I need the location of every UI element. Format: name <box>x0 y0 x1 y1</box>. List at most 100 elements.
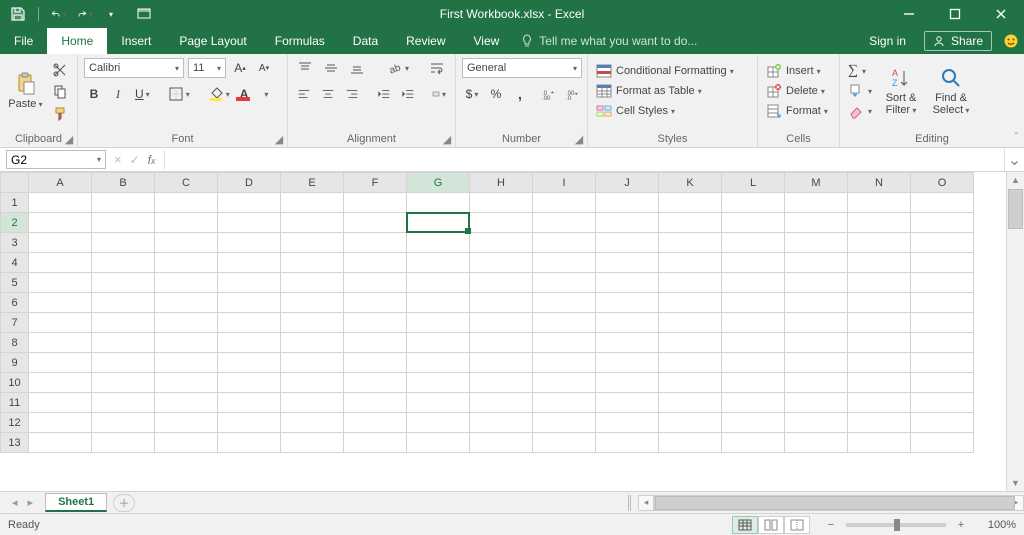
collapse-ribbon-icon[interactable]: ˆ <box>1015 132 1018 143</box>
cell[interactable] <box>344 213 407 233</box>
cell[interactable] <box>155 333 218 353</box>
formula-input[interactable] <box>165 148 1005 171</box>
cell[interactable] <box>911 293 974 313</box>
cell[interactable] <box>659 413 722 433</box>
cell[interactable] <box>281 233 344 253</box>
cell[interactable] <box>29 393 92 413</box>
new-sheet-button[interactable]: ＋ <box>113 494 135 512</box>
cell[interactable] <box>29 313 92 333</box>
cell[interactable] <box>785 213 848 233</box>
tab-page-layout[interactable]: Page Layout <box>165 28 260 54</box>
tell-me-input[interactable] <box>539 34 759 48</box>
column-header[interactable]: D <box>218 173 281 193</box>
cell[interactable] <box>533 293 596 313</box>
column-header[interactable]: B <box>92 173 155 193</box>
cell[interactable] <box>407 233 470 253</box>
fill-color-button[interactable] <box>205 84 233 104</box>
cell[interactable] <box>281 273 344 293</box>
sheet-tab-1[interactable]: Sheet1 <box>45 493 107 512</box>
cell[interactable] <box>92 273 155 293</box>
cell[interactable] <box>407 413 470 433</box>
cell[interactable] <box>281 213 344 233</box>
expand-formula-bar-icon[interactable]: ⌄ <box>1004 148 1024 171</box>
cell[interactable] <box>344 253 407 273</box>
hscroll-thumb[interactable] <box>655 496 1015 510</box>
format-as-table-button[interactable]: Format as Table ▾ <box>594 82 751 100</box>
cell[interactable] <box>155 253 218 273</box>
decrease-indent-button[interactable] <box>374 84 394 104</box>
vertical-scrollbar[interactable]: ▲ ▼ <box>1006 172 1024 491</box>
paste-button[interactable]: Paste ▾ <box>6 58 45 124</box>
zoom-level[interactable]: 100% <box>976 519 1016 531</box>
column-header[interactable]: M <box>785 173 848 193</box>
worksheet-grid[interactable]: ABCDEFGHIJKLMNO12345678910111213 <box>0 172 1006 491</box>
cell[interactable] <box>29 273 92 293</box>
cell[interactable] <box>659 433 722 453</box>
number-dialog-launcher-icon[interactable]: ◢ <box>573 133 585 145</box>
cell[interactable] <box>470 333 533 353</box>
cell[interactable] <box>281 433 344 453</box>
column-header[interactable]: I <box>533 173 596 193</box>
column-header[interactable]: F <box>344 173 407 193</box>
cell[interactable] <box>848 433 911 453</box>
enter-formula-icon[interactable]: ✓ <box>130 153 140 167</box>
cell[interactable] <box>92 433 155 453</box>
cell[interactable] <box>470 213 533 233</box>
align-right-button[interactable] <box>342 84 362 104</box>
clipboard-dialog-launcher-icon[interactable]: ◢ <box>63 133 75 145</box>
cell[interactable] <box>92 413 155 433</box>
ribbon-display-options-icon[interactable] <box>129 0 159 28</box>
decrease-decimal-button[interactable]: .00.0 <box>562 84 582 104</box>
cell[interactable] <box>533 233 596 253</box>
cell[interactable] <box>281 393 344 413</box>
cell[interactable] <box>92 293 155 313</box>
find-select-button[interactable]: Find & Select ▾ <box>928 58 974 124</box>
cell[interactable] <box>344 193 407 213</box>
cell[interactable] <box>344 233 407 253</box>
select-all-corner[interactable] <box>1 173 29 193</box>
cell[interactable] <box>911 273 974 293</box>
cell[interactable] <box>911 193 974 213</box>
cell[interactable] <box>848 253 911 273</box>
fill-button[interactable]: ▾ <box>846 82 874 100</box>
feedback-smiley-icon[interactable] <box>998 28 1024 54</box>
increase-indent-button[interactable] <box>398 84 418 104</box>
row-header[interactable]: 5 <box>1 273 29 293</box>
cell[interactable] <box>848 353 911 373</box>
cell[interactable] <box>533 353 596 373</box>
row-header[interactable]: 12 <box>1 413 29 433</box>
row-header[interactable]: 2 <box>1 213 29 233</box>
cell[interactable] <box>722 333 785 353</box>
cell[interactable] <box>470 253 533 273</box>
cell[interactable] <box>848 333 911 353</box>
cell[interactable] <box>92 353 155 373</box>
cell[interactable] <box>470 433 533 453</box>
cell[interactable] <box>407 333 470 353</box>
column-header[interactable]: K <box>659 173 722 193</box>
alignment-dialog-launcher-icon[interactable]: ◢ <box>441 133 453 145</box>
cell[interactable] <box>407 293 470 313</box>
row-header[interactable]: 3 <box>1 233 29 253</box>
cell[interactable] <box>848 293 911 313</box>
cell[interactable] <box>281 253 344 273</box>
qat-customize-icon[interactable]: ▾ <box>103 6 119 22</box>
column-header[interactable]: N <box>848 173 911 193</box>
column-header[interactable]: G <box>407 173 470 193</box>
cell[interactable] <box>281 373 344 393</box>
row-header[interactable]: 13 <box>1 433 29 453</box>
cell[interactable] <box>659 213 722 233</box>
cell[interactable] <box>785 413 848 433</box>
merge-center-button[interactable] <box>429 84 449 104</box>
cell[interactable] <box>848 413 911 433</box>
clear-button[interactable]: ▾ <box>846 102 874 120</box>
cell[interactable] <box>407 433 470 453</box>
format-painter-button[interactable] <box>49 104 71 124</box>
cell[interactable] <box>848 393 911 413</box>
cell[interactable] <box>29 293 92 313</box>
cell[interactable] <box>659 333 722 353</box>
percent-format-button[interactable]: % <box>486 84 506 104</box>
cell[interactable] <box>596 213 659 233</box>
tab-file[interactable]: File <box>0 28 47 54</box>
increase-decimal-button[interactable]: .0.00 <box>538 84 558 104</box>
cell[interactable] <box>722 293 785 313</box>
